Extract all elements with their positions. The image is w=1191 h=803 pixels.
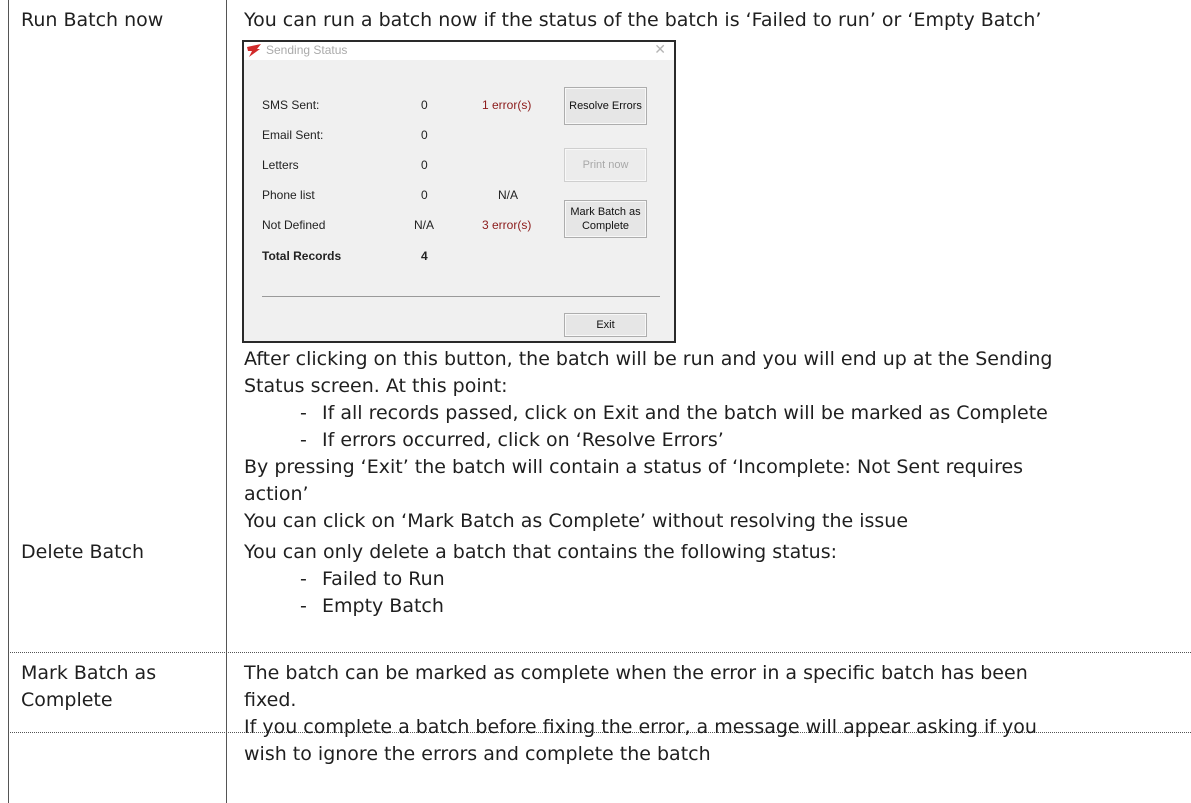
run-batch-after-line2: Status screen. At this point: (244, 375, 508, 397)
table-column-divider (226, 0, 227, 803)
sms-sent-label: SMS Sent: (262, 98, 320, 112)
not-defined-label: Not Defined (262, 218, 326, 232)
phone-list-extra: N/A (498, 188, 519, 202)
close-icon[interactable]: ✕ (654, 41, 666, 58)
run-batch-exit-note-line2: action’ (244, 483, 309, 505)
sms-sent-errors: 1 error(s) (482, 98, 532, 112)
letters-count: 0 (421, 158, 428, 172)
sms-sent-count: 0 (421, 98, 428, 112)
letters-label: Letters (262, 158, 299, 172)
mark-batch-label-line2: Complete (581, 220, 630, 232)
document-table: Run Batch now You can run a batch now if… (0, 0, 1191, 803)
bullet-dash: - (300, 402, 307, 424)
bullet-dash: - (300, 568, 307, 590)
total-records-label: Total Records (262, 249, 342, 263)
bullet-text: Empty Batch (322, 595, 444, 617)
mark-batch-text-line4: wish to ignore the errors and complete t… (244, 743, 711, 765)
mark-batch-text-line1: The batch can be marked as complete when… (244, 662, 1028, 684)
mark-batch-complete-button[interactable]: Mark Batch as Complete (564, 200, 647, 238)
bullet-text: If errors occurred, click on ‘Resolve Er… (322, 429, 724, 451)
mark-batch-text-line2: fixed. (244, 689, 297, 711)
run-batch-mark-note: You can click on ‘Mark Batch as Complete… (244, 510, 909, 532)
run-batch-after-line1: After clicking on this button, the batch… (244, 348, 1053, 370)
resolve-errors-label: Resolve Errors (569, 100, 642, 112)
not-defined-count: N/A (414, 218, 435, 232)
print-now-button[interactable]: Print now (564, 148, 647, 182)
resolve-errors-button[interactable]: Resolve Errors (564, 87, 647, 125)
print-now-label: Print now (582, 159, 629, 171)
email-sent-count: 0 (421, 128, 428, 142)
phone-list-count: 0 (421, 188, 428, 202)
not-defined-errors: 3 error(s) (482, 218, 532, 232)
app-logo-icon (247, 44, 261, 57)
bullet-text: Failed to Run (322, 568, 445, 590)
row-label-mark-batch-line2: Complete (21, 689, 113, 711)
delete-batch-bullet: - Failed to Run (300, 566, 445, 592)
run-batch-intro: You can run a batch now if the status of… (244, 9, 1042, 31)
sending-status-dialog: Sending Status ✕ SMS Sent: 0 1 error(s) … (242, 40, 676, 343)
row-divider (8, 652, 1191, 653)
row-label-run-batch: Run Batch now (21, 9, 164, 31)
dialog-title: Sending Status (266, 43, 348, 57)
delete-batch-intro: You can only delete a batch that contain… (244, 541, 837, 563)
run-batch-exit-note-line1: By pressing ‘Exit’ the batch will contai… (244, 456, 1024, 478)
run-batch-bullet: - If all records passed, click on Exit an… (300, 400, 1048, 426)
table-left-border (8, 0, 9, 803)
bullet-dash: - (300, 595, 307, 617)
exit-label: Exit (596, 319, 615, 331)
row-label-delete-batch: Delete Batch (21, 541, 145, 563)
dialog-separator (262, 296, 660, 297)
row-label-mark-batch-line1: Mark Batch as (21, 662, 157, 684)
mark-batch-text-line3: If you complete a batch before fixing th… (244, 716, 1037, 738)
total-records-value: 4 (421, 249, 428, 263)
phone-list-label: Phone list (262, 188, 315, 202)
exit-button[interactable]: Exit (564, 313, 647, 337)
bullet-dash: - (300, 429, 307, 451)
delete-batch-bullet: - Empty Batch (300, 593, 444, 619)
dialog-titlebar: Sending Status ✕ (244, 41, 674, 60)
run-batch-bullet: - If errors occurred, click on ‘Resolve E… (300, 427, 724, 453)
email-sent-label: Email Sent: (262, 128, 324, 142)
bullet-text: If all records passed, click on Exit and… (322, 402, 1048, 424)
mark-batch-label-line1: Mark Batch as (570, 206, 641, 218)
